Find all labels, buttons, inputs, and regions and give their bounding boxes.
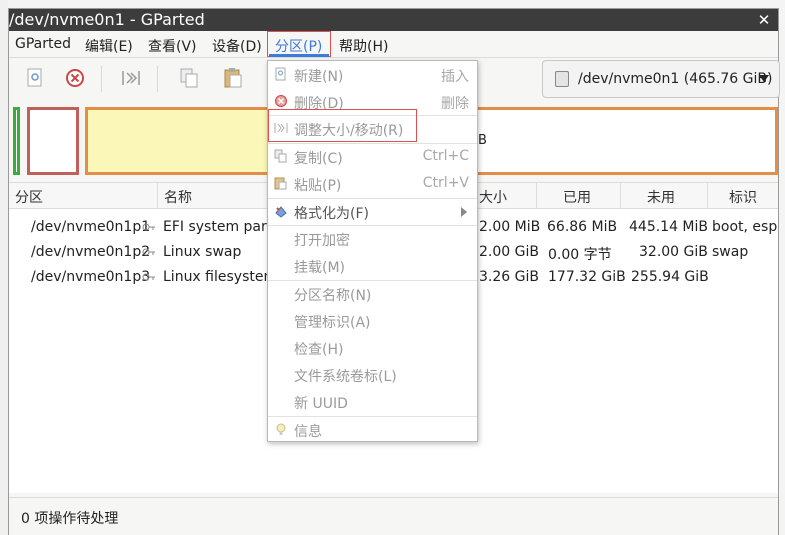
toolbar-separator: [157, 66, 158, 92]
header-separator: [157, 183, 158, 208]
device-label: /dev/nvme0n1 (465.76 GiB): [578, 71, 773, 87]
cell-name: Linux filesystem: [163, 269, 278, 285]
menu-item-label: 挂载(M): [294, 260, 346, 276]
cell-size: 3.26 GiB: [479, 269, 539, 285]
menu-item-accel: Ctrl+C: [422, 148, 469, 164]
partition-menu: 新建(N) 插入 删除(D) 删除 调整大小/移动(R) 复制(C) Ctrl+…: [267, 60, 478, 442]
menu-item-label: 分区名称(N): [294, 288, 372, 304]
cell-unused: 32.00 GiB: [639, 244, 708, 260]
menu-item-label: 管理标识(A): [294, 315, 371, 331]
menu-item-format-as[interactable]: 格式化为(F): [268, 198, 477, 225]
menu-partition-underline: [269, 54, 329, 57]
menu-item-accel: Ctrl+V: [422, 175, 469, 191]
header-separator: [536, 183, 537, 208]
desktop-background: [0, 0, 8, 535]
cell-name: Linux swap: [163, 244, 242, 260]
resize-move-highlight: [268, 109, 417, 142]
new-icon[interactable]: [23, 66, 47, 90]
header-separator: [620, 183, 621, 208]
menu-item-label: 新建(N): [294, 69, 344, 85]
disk-icon: [555, 71, 569, 87]
menu-item-open-encryption[interactable]: 打开加密: [268, 225, 477, 252]
menu-edit[interactable]: 编辑(E): [85, 36, 133, 56]
menu-item-accel: 删除: [441, 96, 469, 112]
menu-gparted[interactable]: GParted: [15, 36, 71, 52]
header-flags[interactable]: 标识: [729, 187, 757, 207]
resize-icon[interactable]: [119, 66, 143, 90]
menu-view[interactable]: 查看(V): [148, 36, 197, 56]
menu-item-accel: 插入: [441, 69, 469, 85]
chevron-down-icon: [759, 75, 769, 82]
menu-item-information[interactable]: 信息: [268, 416, 477, 443]
device-selector[interactable]: /dev/nvme0n1 (465.76 GiB): [542, 60, 780, 98]
partition-map-p2[interactable]: [27, 107, 79, 175]
header-unused[interactable]: 未用: [647, 187, 675, 207]
cell-name: EFI system parti: [163, 219, 277, 235]
status-bar: 0 项操作待处理: [9, 497, 778, 535]
key-icon: [142, 273, 155, 281]
menu-item-paste[interactable]: 粘贴(P) Ctrl+V: [268, 170, 477, 197]
cell-used: 177.32 GiB: [548, 269, 626, 285]
menu-item-label: 文件系统卷标(L): [294, 369, 397, 385]
key-icon: [142, 223, 155, 231]
cell-used: 66.86 MiB: [547, 219, 618, 235]
menu-item-label: 格式化为(F): [294, 206, 369, 222]
menu-item-copy[interactable]: 复制(C) Ctrl+C: [268, 143, 477, 170]
cell-partition: /dev/nvme0n1p2: [31, 244, 151, 260]
menu-device[interactable]: 设备(D): [212, 36, 262, 56]
menu-bar: GParted 编辑(E) 查看(V) 设备(D) 分区(P) 帮助(H): [9, 31, 778, 58]
menu-item-new[interactable]: 新建(N) 插入: [268, 61, 477, 88]
cell-size: 2.00 GiB: [479, 244, 539, 260]
header-name[interactable]: 名称: [164, 187, 192, 207]
pending-operations-status: 0 项操作待处理: [21, 511, 119, 527]
cell-unused: 445.14 MiB: [629, 219, 709, 235]
cell-used: 0.00 字节: [548, 247, 612, 263]
menu-item-label: 检查(H): [294, 342, 344, 358]
menu-item-filesystem-label[interactable]: 文件系统卷标(L): [268, 361, 477, 388]
window-title: /dev/nvme0n1 - GParted: [9, 10, 205, 29]
partition-map-p1[interactable]: [13, 107, 20, 175]
header-size[interactable]: 大小: [479, 187, 507, 207]
paste-icon[interactable]: [221, 66, 245, 90]
header-separator: [707, 183, 708, 208]
cell-flags: boot, esp: [712, 219, 778, 235]
title-bar: /dev/nvme0n1 - GParted ✕: [9, 9, 778, 31]
menu-partition[interactable]: 分区(P): [275, 36, 322, 56]
partition-map-p3-label: B: [478, 133, 487, 148]
submenu-arrow-icon: [461, 207, 467, 217]
menu-item-manage-flags[interactable]: 管理标识(A): [268, 307, 477, 334]
menu-item-partition-name[interactable]: 分区名称(N): [268, 280, 477, 307]
cell-partition: /dev/nvme0n1p1: [31, 219, 151, 235]
menu-help[interactable]: 帮助(H): [339, 36, 388, 56]
cell-partition: /dev/nvme0n1p3: [31, 269, 151, 285]
key-icon: [142, 248, 155, 256]
delete-icon[interactable]: [63, 66, 87, 90]
menu-item-label: 信息: [294, 424, 322, 440]
new-icon: [275, 67, 286, 81]
format-icon: [275, 206, 287, 218]
menu-item-mount[interactable]: 挂载(M): [268, 252, 477, 279]
cell-flags: swap: [712, 244, 749, 260]
menu-item-new-uuid[interactable]: 新 UUID: [268, 388, 477, 415]
info-icon: [276, 423, 286, 435]
menu-item-label: 新 UUID: [294, 396, 348, 412]
paste-icon: [274, 177, 287, 190]
header-partition[interactable]: 分区: [15, 187, 43, 207]
cell-size: 2.00 MiB: [479, 219, 541, 235]
copy-icon[interactable]: [177, 66, 201, 90]
cell-unused: 255.94 GiB: [631, 269, 709, 285]
menu-item-label: 粘贴(P): [294, 178, 342, 194]
toolbar-separator: [101, 66, 102, 92]
menu-item-check[interactable]: 检查(H): [268, 334, 477, 361]
copy-icon: [274, 149, 287, 163]
menu-item-label: 复制(C): [294, 151, 343, 167]
header-used[interactable]: 已用: [563, 187, 591, 207]
close-icon[interactable]: ✕: [756, 12, 772, 28]
menu-item-label: 打开加密: [294, 233, 350, 249]
delete-icon: [275, 95, 287, 107]
